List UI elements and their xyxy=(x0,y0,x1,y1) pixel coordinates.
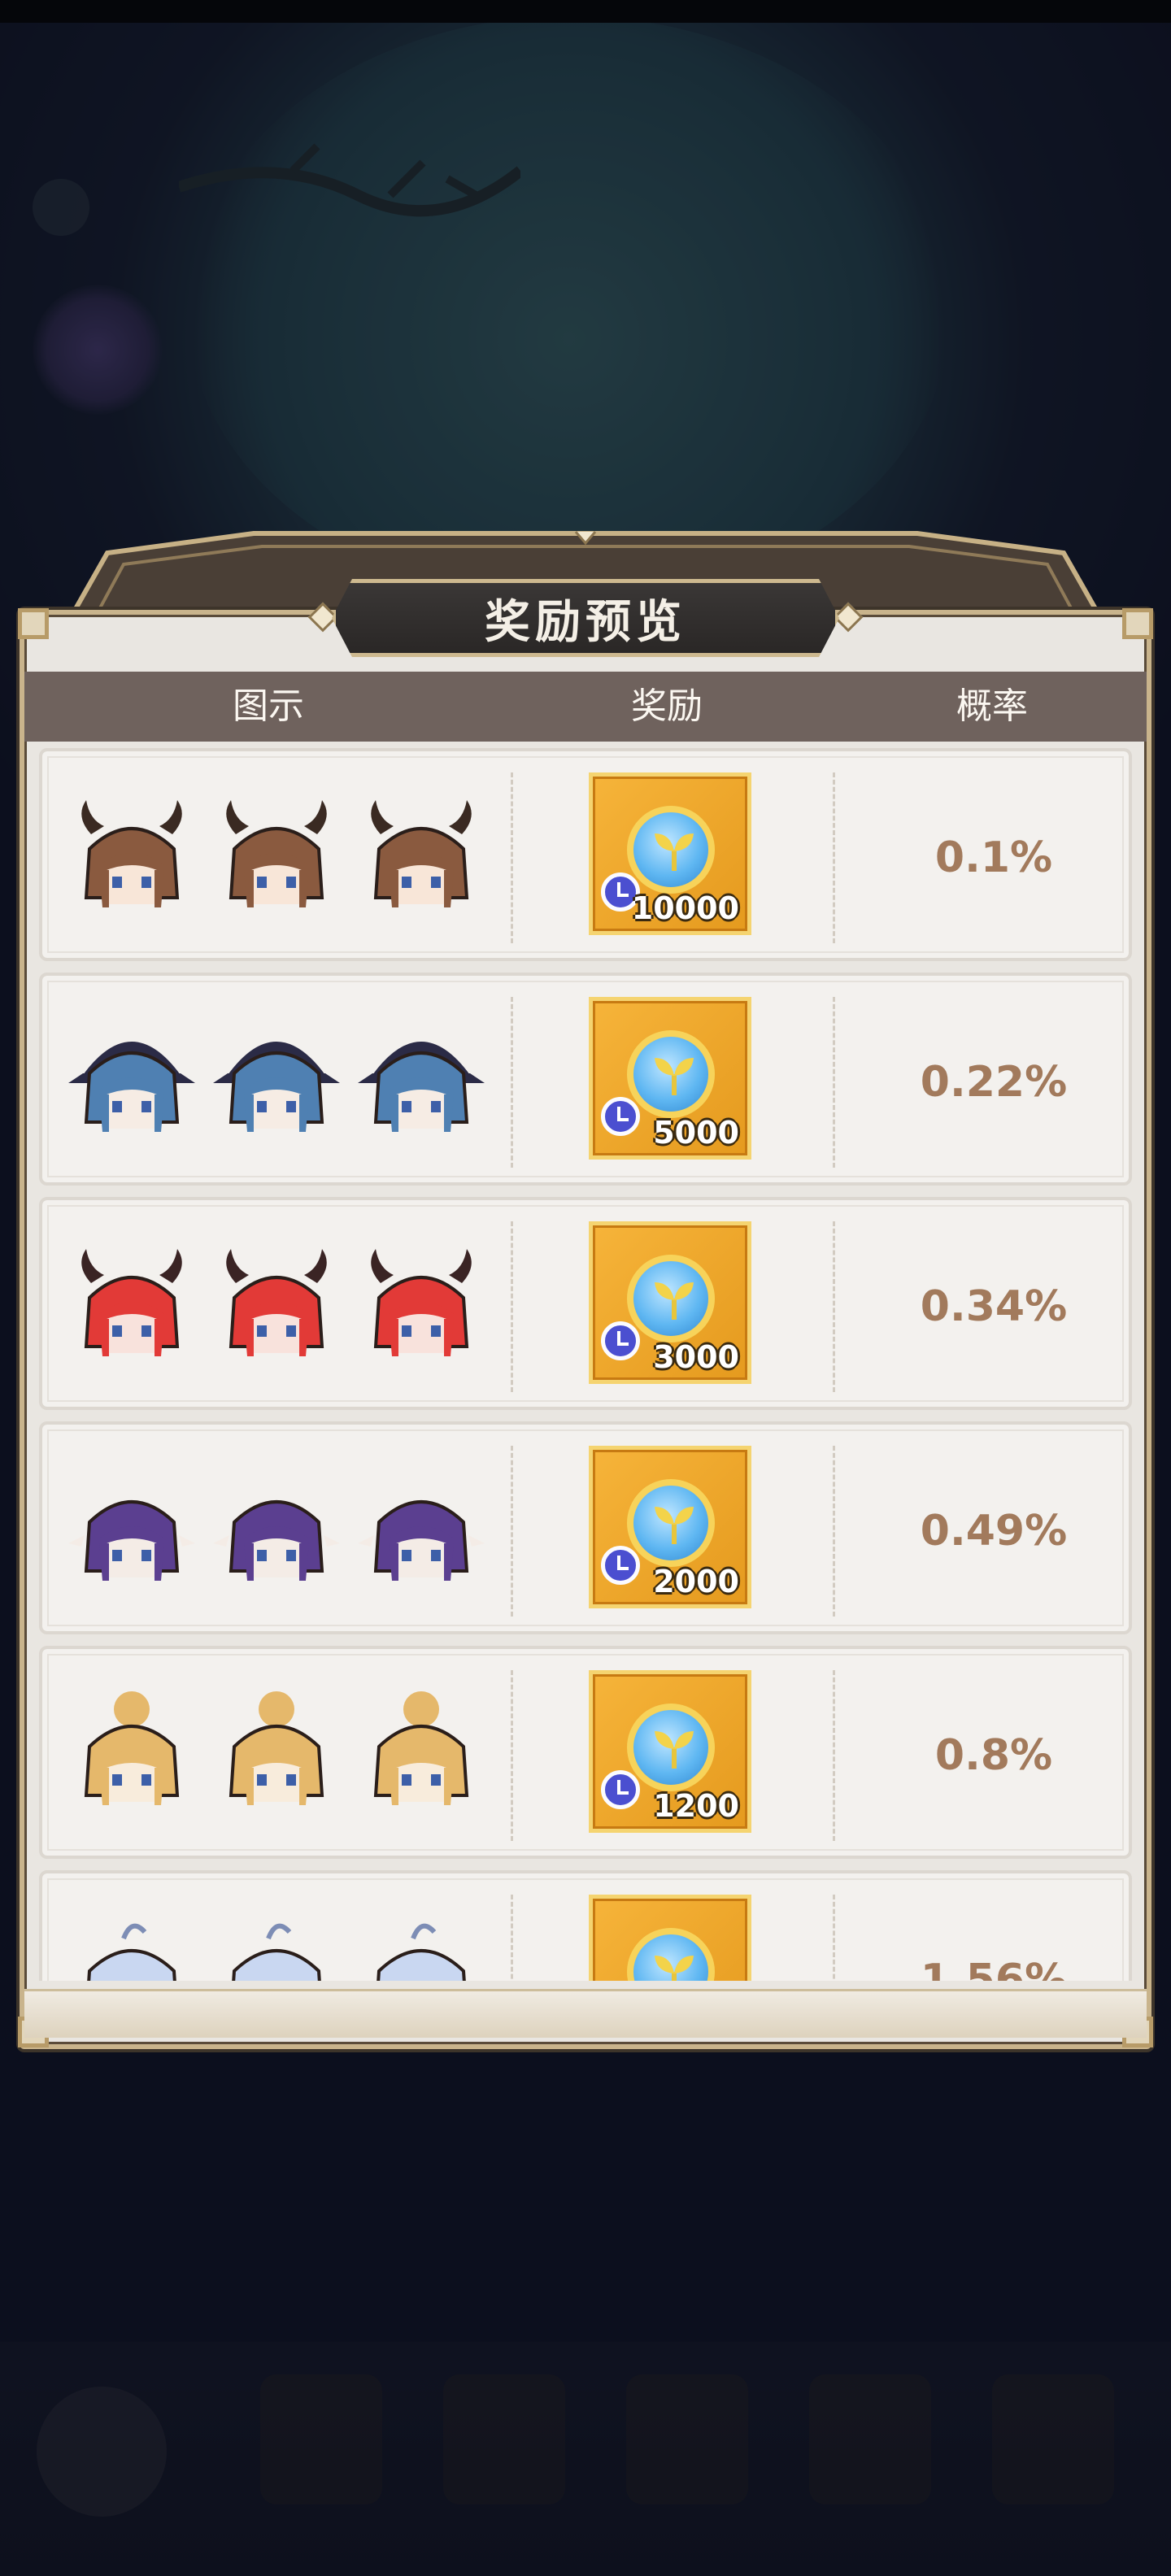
column-divider xyxy=(511,1221,513,1392)
clock-icon xyxy=(601,1321,640,1360)
character-head-icon xyxy=(67,1241,197,1371)
column-divider xyxy=(511,1895,513,1981)
reward-item[interactable]: 2000 xyxy=(589,1446,751,1608)
title-plate: 奖励预览 xyxy=(332,579,839,657)
column-header-reward: 奖励 xyxy=(631,685,703,727)
reward-row: 1.56% xyxy=(39,1870,1132,1981)
column-divider xyxy=(511,772,513,943)
column-divider xyxy=(833,997,835,1168)
character-head-icon xyxy=(67,1914,197,1981)
column-divider xyxy=(833,1895,835,1981)
clock-icon xyxy=(601,1770,640,1809)
clock-icon xyxy=(601,1097,640,1136)
character-head-icon xyxy=(356,1914,486,1981)
character-head-icon xyxy=(67,792,197,922)
reward-item[interactable] xyxy=(589,1895,751,1981)
character-head-icon xyxy=(356,792,486,922)
sprout-coin-icon xyxy=(627,1928,715,1981)
reward-count: 5000 xyxy=(653,1115,739,1151)
reward-count: 10000 xyxy=(631,890,739,926)
sprout-icon xyxy=(655,1731,694,1769)
reward-item[interactable]: 5000 xyxy=(589,997,751,1160)
column-divider xyxy=(833,1446,835,1617)
character-head-icon xyxy=(356,1690,486,1820)
column-divider xyxy=(833,1670,835,1841)
modal-footer-band xyxy=(24,1989,1147,2038)
character-heads xyxy=(67,1465,506,1595)
reward-preview-modal: 奖励预览 图示 奖励 概率 10000 0.1% 5000 0.22% 3000… xyxy=(18,529,1153,2049)
column-header-icon: 图示 xyxy=(233,685,304,727)
column-header-probability: 概率 xyxy=(956,685,1028,727)
probability-value: 0.34% xyxy=(920,1282,1068,1331)
reward-row: 5000 0.22% xyxy=(39,973,1132,1186)
sprout-icon xyxy=(655,1507,694,1544)
character-heads xyxy=(67,792,506,922)
column-divider xyxy=(833,1221,835,1392)
sprout-coin-icon xyxy=(627,1704,715,1791)
clock-icon xyxy=(601,1546,640,1585)
corner-ornament-top-right xyxy=(1122,608,1153,639)
column-divider xyxy=(833,772,835,943)
probability-value: 1.56% xyxy=(920,1956,1068,1981)
character-head-icon xyxy=(211,1914,342,1981)
sprout-icon xyxy=(655,833,694,871)
character-heads xyxy=(67,1690,506,1820)
reward-item[interactable]: 10000 xyxy=(589,772,751,935)
reward-row: 1200 0.8% xyxy=(39,1646,1132,1859)
sprout-icon xyxy=(655,1956,694,1981)
column-header: 图示 奖励 概率 xyxy=(24,672,1147,742)
column-divider xyxy=(511,1446,513,1617)
reward-row: 10000 0.1% xyxy=(39,748,1132,961)
reward-count: 3000 xyxy=(653,1339,739,1375)
character-head-icon xyxy=(356,1241,486,1371)
character-head-icon xyxy=(67,1690,197,1820)
character-head-icon xyxy=(356,1465,486,1595)
character-head-icon xyxy=(67,1465,197,1595)
character-heads xyxy=(67,1241,506,1371)
column-divider xyxy=(511,1670,513,1841)
status-bar xyxy=(0,0,1171,23)
character-head-icon xyxy=(211,1241,342,1371)
reward-list[interactable]: 10000 0.1% 5000 0.22% 3000 0.34% 2000 0.… xyxy=(39,748,1132,1981)
probability-value: 0.8% xyxy=(934,1731,1053,1780)
character-head-icon xyxy=(356,1016,486,1147)
corner-ornament-top-left xyxy=(18,608,49,639)
probability-value: 0.49% xyxy=(920,1507,1068,1556)
reward-row: 2000 0.49% xyxy=(39,1421,1132,1634)
reward-count: 2000 xyxy=(653,1564,739,1599)
sprout-coin-icon xyxy=(627,1030,715,1118)
character-head-icon xyxy=(67,1016,197,1147)
sprout-coin-icon xyxy=(627,1479,715,1567)
character-head-icon xyxy=(211,1016,342,1147)
modal-title: 奖励预览 xyxy=(485,595,686,649)
reward-item[interactable]: 3000 xyxy=(589,1221,751,1384)
reward-row: 3000 0.34% xyxy=(39,1197,1132,1410)
sprout-icon xyxy=(655,1058,694,1095)
probability-value: 0.22% xyxy=(920,1058,1068,1107)
reward-count: 1200 xyxy=(653,1788,739,1824)
probability-value: 0.1% xyxy=(934,833,1053,882)
sprout-icon xyxy=(655,1282,694,1320)
character-head-icon xyxy=(211,1690,342,1820)
sprout-coin-icon xyxy=(627,806,715,894)
character-heads xyxy=(67,1914,506,1981)
reward-item[interactable]: 1200 xyxy=(589,1670,751,1833)
character-heads xyxy=(67,1016,506,1147)
sprout-coin-icon xyxy=(627,1255,715,1342)
character-head-icon xyxy=(211,1465,342,1595)
column-divider xyxy=(511,997,513,1168)
character-head-icon xyxy=(211,792,342,922)
